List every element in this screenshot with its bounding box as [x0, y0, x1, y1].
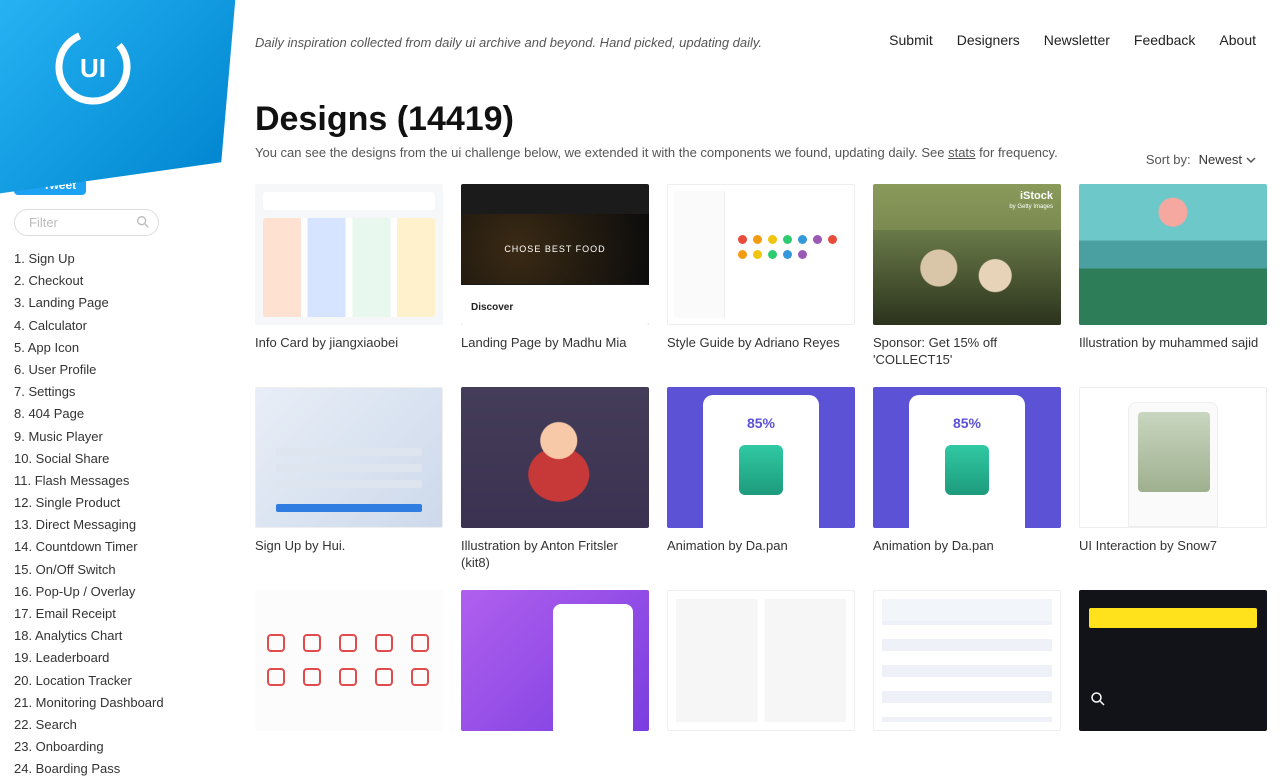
- design-caption: Info Card by jiangxiaobei: [255, 335, 443, 352]
- sidebar-item[interactable]: 5. App Icon: [14, 339, 189, 357]
- sidebar-item[interactable]: 20. Location Tracker: [14, 672, 189, 690]
- page-sub-post: for frequency.: [976, 145, 1058, 160]
- design-card[interactable]: [461, 590, 649, 731]
- design-card[interactable]: Illustration by muhammed sajid: [1079, 184, 1267, 369]
- design-thumb: iStock by Getty Images: [873, 184, 1061, 325]
- sidebar-item[interactable]: 16. Pop-Up / Overlay: [14, 583, 189, 601]
- design-thumb: [461, 387, 649, 528]
- sidebar-item[interactable]: 23. Onboarding: [14, 738, 189, 756]
- nav-feedback[interactable]: Feedback: [1134, 32, 1195, 48]
- sidebar-item[interactable]: 3. Landing Page: [14, 294, 189, 312]
- design-thumb: [1079, 590, 1267, 731]
- design-thumb: [1079, 184, 1267, 325]
- design-thumb: [461, 590, 649, 731]
- istock-brand: iStock: [1020, 190, 1053, 202]
- design-thumb: [1079, 387, 1267, 528]
- site-logo[interactable]: UI: [48, 22, 138, 112]
- sidebar-item[interactable]: 9. Music Player: [14, 428, 189, 446]
- sidebar-item[interactable]: 24. Boarding Pass: [14, 760, 189, 778]
- design-caption: Landing Page by Madhu Mia: [461, 335, 649, 352]
- page-title: Designs (14419): [255, 100, 1256, 139]
- design-caption: Sign Up by Hui.: [255, 538, 443, 555]
- sidebar: Tweet 1. Sign Up 2. Checkout 3. Landing …: [14, 175, 189, 783]
- nav-newsletter[interactable]: Newsletter: [1044, 32, 1110, 48]
- sidebar-item[interactable]: 17. Email Receipt: [14, 605, 189, 623]
- design-card[interactable]: iStock by Getty Images Sponsor: Get 15% …: [873, 184, 1061, 369]
- design-caption: Sponsor: Get 15% off 'COLLECT15': [873, 335, 1061, 369]
- sidebar-item[interactable]: 12. Single Product: [14, 494, 189, 512]
- design-card[interactable]: [1079, 590, 1267, 731]
- design-thumb: [667, 590, 855, 731]
- thumb-title: CHOSE BEST FOOD: [461, 214, 649, 284]
- sort-select[interactable]: Newest: [1199, 152, 1256, 167]
- sort-label: Sort by:: [1146, 152, 1191, 167]
- design-card[interactable]: 85% Animation by Da.pan: [873, 387, 1061, 572]
- sidebar-item[interactable]: 13. Direct Messaging: [14, 516, 189, 534]
- design-card[interactable]: [667, 590, 855, 731]
- design-caption: Illustration by Anton Fritsler (kit8): [461, 538, 649, 572]
- design-caption: Style Guide by Adriano Reyes: [667, 335, 855, 352]
- thumb-subtitle: Discover: [471, 302, 513, 313]
- sidebar-item[interactable]: 21. Monitoring Dashboard: [14, 694, 189, 712]
- sidebar-item[interactable]: 7. Settings: [14, 383, 189, 401]
- design-thumb: [873, 590, 1061, 731]
- page-sub-pre: You can see the designs from the ui chal…: [255, 145, 948, 160]
- sidebar-item[interactable]: 6. User Profile: [14, 361, 189, 379]
- design-card[interactable]: CHOSE BEST FOOD Discover Landing Page by…: [461, 184, 649, 369]
- search-icon: [135, 214, 151, 233]
- chevron-down-icon: [1246, 155, 1256, 165]
- design-caption: Illustration by muhammed sajid: [1079, 335, 1267, 352]
- design-card[interactable]: Style Guide by Adriano Reyes: [667, 184, 855, 369]
- design-card[interactable]: 85% Animation by Da.pan: [667, 387, 855, 572]
- challenge-list: 1. Sign Up 2. Checkout 3. Landing Page 4…: [14, 250, 189, 779]
- design-card[interactable]: Info Card by jiangxiaobei: [255, 184, 443, 369]
- main-content: Designs (14419) You can see the designs …: [255, 100, 1256, 731]
- top-nav: Submit Designers Newsletter Feedback Abo…: [889, 32, 1256, 48]
- nav-about[interactable]: About: [1219, 32, 1256, 48]
- design-thumb: [255, 184, 443, 325]
- design-card[interactable]: Illustration by Anton Fritsler (kit8): [461, 387, 649, 572]
- design-thumb: 85%: [667, 387, 855, 528]
- sidebar-item[interactable]: 22. Search: [14, 716, 189, 734]
- design-grid: Info Card by jiangxiaobei CHOSE BEST FOO…: [255, 184, 1256, 731]
- filter-wrap: [14, 209, 189, 236]
- sort-by: Sort by: Newest: [1146, 152, 1256, 167]
- sort-value: Newest: [1199, 152, 1242, 167]
- thumb-percent: 85%: [953, 415, 981, 431]
- design-thumb: [255, 387, 443, 528]
- design-thumb: 85%: [873, 387, 1061, 528]
- sidebar-item[interactable]: 8. 404 Page: [14, 405, 189, 423]
- thumb-percent: 85%: [747, 415, 775, 431]
- sidebar-item[interactable]: 1. Sign Up: [14, 250, 189, 268]
- sidebar-item[interactable]: 2. Checkout: [14, 272, 189, 290]
- sidebar-item[interactable]: 10. Social Share: [14, 450, 189, 468]
- design-caption: Animation by Da.pan: [667, 538, 855, 555]
- sidebar-item[interactable]: 11. Flash Messages: [14, 472, 189, 490]
- design-thumb: [255, 590, 443, 731]
- sidebar-item[interactable]: 14. Countdown Timer: [14, 538, 189, 556]
- design-card[interactable]: [873, 590, 1061, 731]
- magnify-icon: [1089, 690, 1107, 713]
- nav-designers[interactable]: Designers: [957, 32, 1020, 48]
- design-caption: UI Interaction by Snow7: [1079, 538, 1267, 555]
- design-thumb: CHOSE BEST FOOD Discover: [461, 184, 649, 325]
- sidebar-item[interactable]: 4. Calculator: [14, 317, 189, 335]
- page-subtitle: You can see the designs from the ui chal…: [255, 145, 1256, 160]
- design-card[interactable]: UI Interaction by Snow7: [1079, 387, 1267, 572]
- svg-text:UI: UI: [80, 53, 106, 83]
- design-card[interactable]: [255, 590, 443, 731]
- design-caption: Animation by Da.pan: [873, 538, 1061, 555]
- sidebar-item[interactable]: 18. Analytics Chart: [14, 627, 189, 645]
- design-thumb: [667, 184, 855, 325]
- istock-sub: by Getty Images: [1009, 204, 1053, 210]
- stats-link[interactable]: stats: [948, 145, 975, 160]
- tagline: Daily inspiration collected from daily u…: [255, 35, 762, 50]
- design-card[interactable]: Sign Up by Hui.: [255, 387, 443, 572]
- nav-submit[interactable]: Submit: [889, 32, 933, 48]
- sidebar-item[interactable]: 15. On/Off Switch: [14, 561, 189, 579]
- sidebar-item[interactable]: 19. Leaderboard: [14, 649, 189, 667]
